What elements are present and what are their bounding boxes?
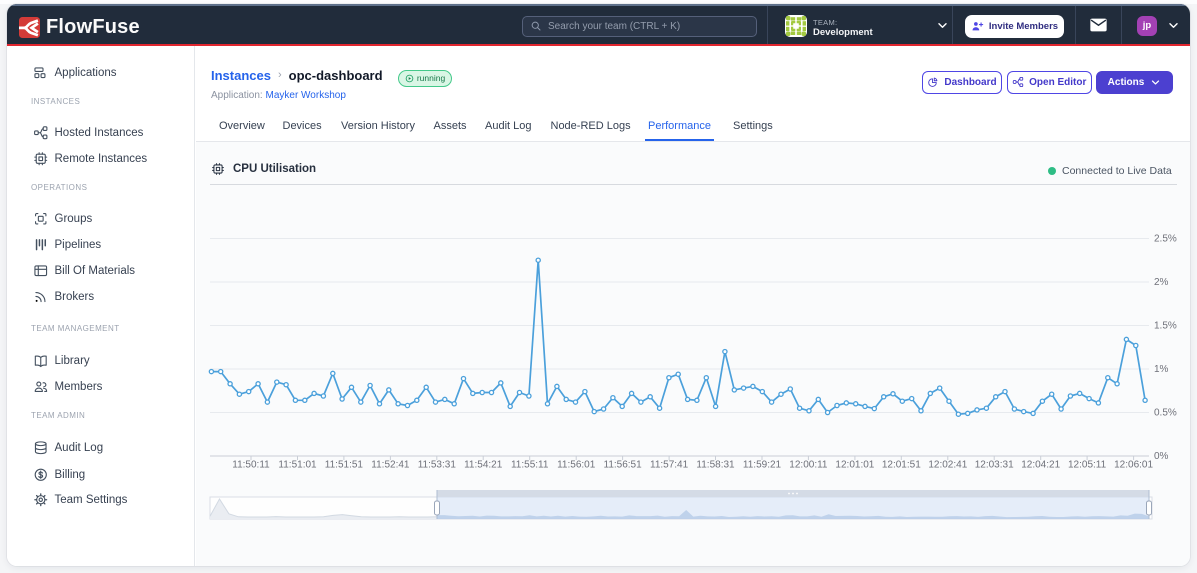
svg-text:11:51:51: 11:51:51 — [325, 460, 364, 471]
svg-text:11:50:11: 11:50:11 — [232, 460, 270, 471]
svg-text:11:57:41: 11:57:41 — [650, 460, 689, 471]
svg-text:12:03:31: 12:03:31 — [975, 460, 1014, 471]
svg-text:11:51:01: 11:51:01 — [278, 460, 317, 471]
svg-text:11:56:01: 11:56:01 — [557, 460, 596, 471]
svg-text:1.5%: 1.5% — [1154, 321, 1177, 332]
svg-text:0.5%: 0.5% — [1154, 408, 1177, 419]
svg-text:12:00:11: 12:00:11 — [789, 460, 828, 471]
svg-text:12:05:11: 12:05:11 — [1068, 460, 1107, 471]
svg-text:12:01:51: 12:01:51 — [882, 460, 921, 471]
svg-text:12:01:01: 12:01:01 — [835, 460, 874, 471]
svg-text:1%: 1% — [1154, 364, 1169, 375]
svg-text:12:02:41: 12:02:41 — [928, 460, 967, 471]
svg-text:2%: 2% — [1154, 277, 1169, 288]
svg-text:11:58:31: 11:58:31 — [696, 460, 735, 471]
svg-text:12:06:01: 12:06:01 — [1114, 460, 1153, 471]
svg-text:2.5%: 2.5% — [1154, 234, 1177, 245]
svg-text:11:55:11: 11:55:11 — [511, 460, 549, 471]
svg-text:0%: 0% — [1154, 451, 1169, 462]
svg-text:11:59:21: 11:59:21 — [743, 460, 782, 471]
svg-text:12:04:21: 12:04:21 — [1021, 460, 1060, 471]
svg-text:11:53:31: 11:53:31 — [418, 460, 457, 471]
svg-text:11:56:51: 11:56:51 — [604, 460, 643, 471]
svg-text:11:54:21: 11:54:21 — [464, 460, 503, 471]
svg-text:11:52:41: 11:52:41 — [371, 460, 410, 471]
